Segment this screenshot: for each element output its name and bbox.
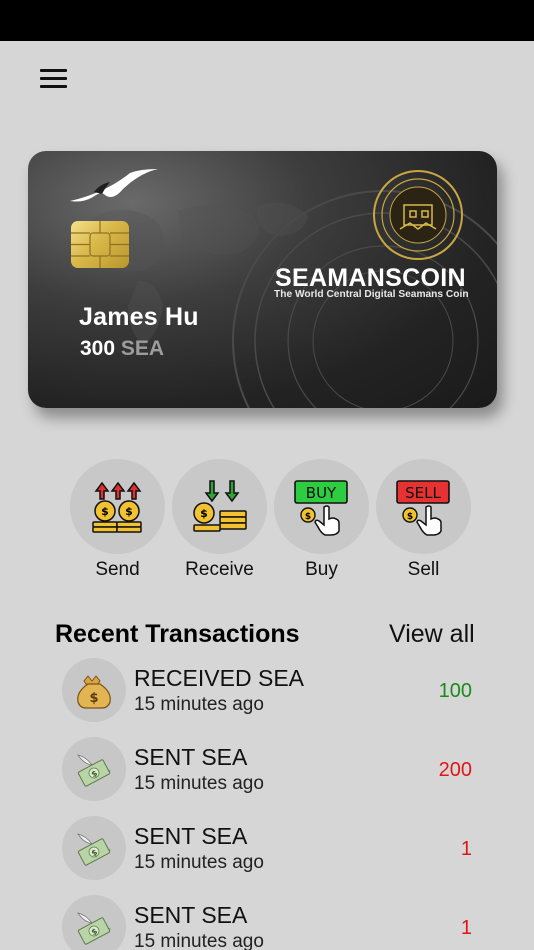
receive-button[interactable]: $ Receive xyxy=(172,459,267,581)
card-balance: 300 SEA xyxy=(80,337,164,361)
money-wings-icon: $ xyxy=(62,816,126,880)
buy-badge-text: BUY xyxy=(306,484,337,502)
card-holder-name: James Hu xyxy=(79,303,199,331)
send-label: Send xyxy=(95,559,140,580)
sell-button[interactable]: SELL $ Sell xyxy=(376,459,471,581)
money-wings-icon: $ xyxy=(62,895,126,950)
transaction-row[interactable]: $ SENT SEA 15 minutes ago 1 xyxy=(60,895,480,950)
svg-text:$: $ xyxy=(125,505,133,518)
svg-text:$: $ xyxy=(305,512,311,522)
view-all-link[interactable]: View all xyxy=(389,620,475,649)
sell-badge-text: SELL xyxy=(405,484,441,502)
receive-label: Receive xyxy=(185,559,254,580)
transaction-amount: 1 xyxy=(460,917,472,939)
receive-coins-icon: $ xyxy=(172,459,267,554)
transaction-title: SENT SEA xyxy=(134,744,248,770)
transaction-row[interactable]: $ RECEIVED SEA 15 minutes ago 100 xyxy=(60,658,480,726)
transaction-row[interactable]: $ SENT SEA 15 minutes ago 200 xyxy=(60,737,480,805)
transaction-amount: 100 xyxy=(438,680,472,702)
sell-label: Sell xyxy=(407,559,440,580)
transaction-title: SENT SEA xyxy=(134,902,248,928)
recent-transactions-title: Recent Transactions xyxy=(55,620,300,648)
transaction-row[interactable]: $ SENT SEA 15 minutes ago 1 xyxy=(60,816,480,884)
wallet-card[interactable]: SEAMANSCOIN The World Central Digital Se… xyxy=(28,151,497,408)
svg-text:$: $ xyxy=(89,691,98,706)
card-brand-tagline: The World Central Digital Seamans Coin xyxy=(274,289,469,300)
buy-button[interactable]: BUY $ Buy xyxy=(274,459,369,581)
menu-line-icon xyxy=(40,77,67,80)
transaction-time: 15 minutes ago xyxy=(134,852,264,873)
transaction-amount: 200 xyxy=(438,759,472,781)
transaction-title: SENT SEA xyxy=(134,823,248,849)
menu-line-icon xyxy=(40,85,67,88)
menu-line-icon xyxy=(40,69,67,72)
money-wings-icon: $ xyxy=(62,737,126,801)
send-coins-icon: $ $ xyxy=(70,459,165,554)
card-chip-icon xyxy=(71,221,129,268)
transaction-title: RECEIVED SEA xyxy=(134,665,304,691)
transaction-time: 15 minutes ago xyxy=(134,931,264,950)
status-bar xyxy=(0,0,534,41)
hamburger-menu-button[interactable] xyxy=(38,66,72,92)
sell-icon: SELL $ xyxy=(376,459,471,554)
transaction-time: 15 minutes ago xyxy=(134,694,264,715)
svg-text:$: $ xyxy=(200,507,208,520)
buy-label: Buy xyxy=(305,559,338,580)
transaction-time: 15 minutes ago xyxy=(134,773,264,794)
money-bag-icon: $ xyxy=(62,658,126,722)
buy-icon: BUY $ xyxy=(274,459,369,554)
send-button[interactable]: $ $ Send xyxy=(70,459,165,581)
transaction-amount: 1 xyxy=(460,838,472,860)
card-balance-value: 300 xyxy=(80,337,116,360)
svg-text:$: $ xyxy=(101,505,109,518)
svg-text:$: $ xyxy=(407,512,413,522)
card-balance-unit: SEA xyxy=(120,337,165,360)
